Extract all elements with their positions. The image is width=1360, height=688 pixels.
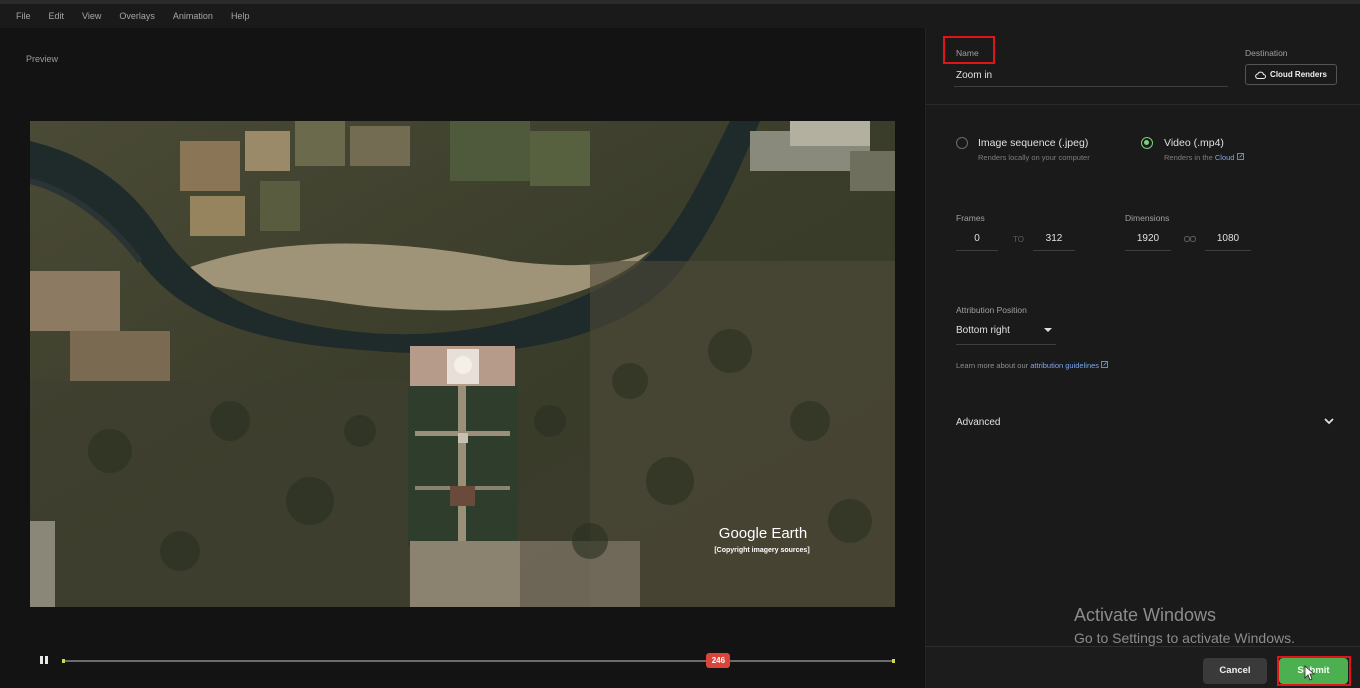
option-image-sequence-title: Image sequence (.jpeg) (978, 137, 1089, 149)
option-video-subtitle-text: Renders in the (1164, 153, 1213, 162)
dropdown-caret-icon (1044, 328, 1052, 332)
timeline-start-marker (62, 659, 65, 663)
destination-button-label: Cloud Renders (1270, 70, 1327, 79)
attribution-position-select[interactable]: Bottom right (956, 322, 1056, 344)
frames-from-input[interactable]: 0 (956, 233, 998, 244)
destination-label: Destination (1245, 48, 1288, 58)
attribution-position-value: Bottom right (956, 325, 1010, 336)
menu-overlays[interactable]: Overlays (119, 11, 155, 21)
menu-view[interactable]: View (82, 11, 101, 21)
dimensions-label: Dimensions (1125, 213, 1170, 223)
imagery-copyright: [Copyright imagery sources] (714, 547, 810, 554)
width-input[interactable]: 1920 (1125, 233, 1171, 244)
attribution-select-underline (956, 344, 1056, 345)
frames-to-input[interactable]: 312 (1033, 233, 1075, 244)
menu-help[interactable]: Help (231, 11, 250, 21)
chevron-down-icon (1324, 418, 1334, 425)
advanced-section-toggle[interactable]: Advanced (926, 406, 1360, 440)
attribution-position-label: Attribution Position (956, 305, 1027, 315)
menu-file[interactable]: File (16, 11, 31, 21)
cancel-button[interactable]: Cancel (1203, 658, 1267, 684)
timeline-end-marker (892, 659, 895, 663)
cloud-link[interactable]: Cloud (1215, 153, 1235, 162)
name-label: Name (956, 48, 979, 58)
name-input[interactable]: Zoom in (956, 70, 992, 81)
pause-button[interactable] (38, 655, 50, 667)
mouse-cursor-icon (1304, 665, 1316, 681)
frames-label: Frames (956, 213, 985, 223)
destination-button[interactable]: Cloud Renders (1245, 64, 1337, 85)
timeline-track[interactable] (62, 659, 895, 663)
attribution-guidelines-link[interactable]: attribution guidelines (1030, 361, 1099, 370)
frames-from-underline (956, 250, 998, 251)
activate-windows-title: Activate Windows (1074, 605, 1217, 625)
option-video-title: Video (.mp4) (1164, 137, 1224, 149)
timeline-playhead[interactable]: 246 (706, 653, 731, 668)
preview-label: Preview (26, 54, 59, 64)
preview-viewport: Google Earth [Copyright imagery sources] (30, 121, 895, 607)
advanced-label: Advanced (956, 417, 1001, 428)
frames-to-underline (1033, 250, 1075, 251)
menu-edit[interactable]: Edit (49, 11, 65, 21)
cloud-icon (1255, 71, 1267, 79)
pause-icon (40, 656, 43, 664)
attribution-help-text: Learn more about our attribution guideli… (956, 361, 1109, 370)
frames-to-separator: TO (1013, 235, 1024, 244)
height-input[interactable]: 1080 (1205, 233, 1251, 244)
option-video-subtitle: Renders in the Cloud (1164, 153, 1244, 162)
option-image-sequence-subtitle: Renders locally on your computer (978, 153, 1090, 162)
radio-video-mp4[interactable] (1141, 137, 1153, 149)
link-aspect-icon[interactable] (1184, 236, 1196, 242)
google-earth-logo: Google Earth (718, 525, 808, 542)
menu-bar: File Edit View Overlays Animation Help (0, 4, 1360, 28)
height-input-underline (1205, 250, 1251, 251)
pause-icon-bar (45, 656, 48, 664)
section-divider (926, 104, 1360, 105)
activate-windows-subtitle: Go to Settings to activate Windows. (1074, 630, 1295, 646)
render-settings-panel: Name Zoom in Destination Cloud Renders I… (925, 28, 1360, 688)
learn-more-text: Learn more about our (956, 361, 1029, 370)
menu-animation[interactable]: Animation (173, 11, 213, 21)
preview-panel: Preview Google Earth [Copyright imagery … (0, 28, 925, 688)
width-input-underline (1125, 250, 1171, 251)
external-link-icon (1101, 361, 1109, 368)
panel-footer: Cancel Submit (926, 646, 1360, 688)
radio-image-sequence[interactable] (956, 137, 968, 149)
external-link-icon (1236, 153, 1244, 160)
name-input-underline (954, 86, 1228, 87)
